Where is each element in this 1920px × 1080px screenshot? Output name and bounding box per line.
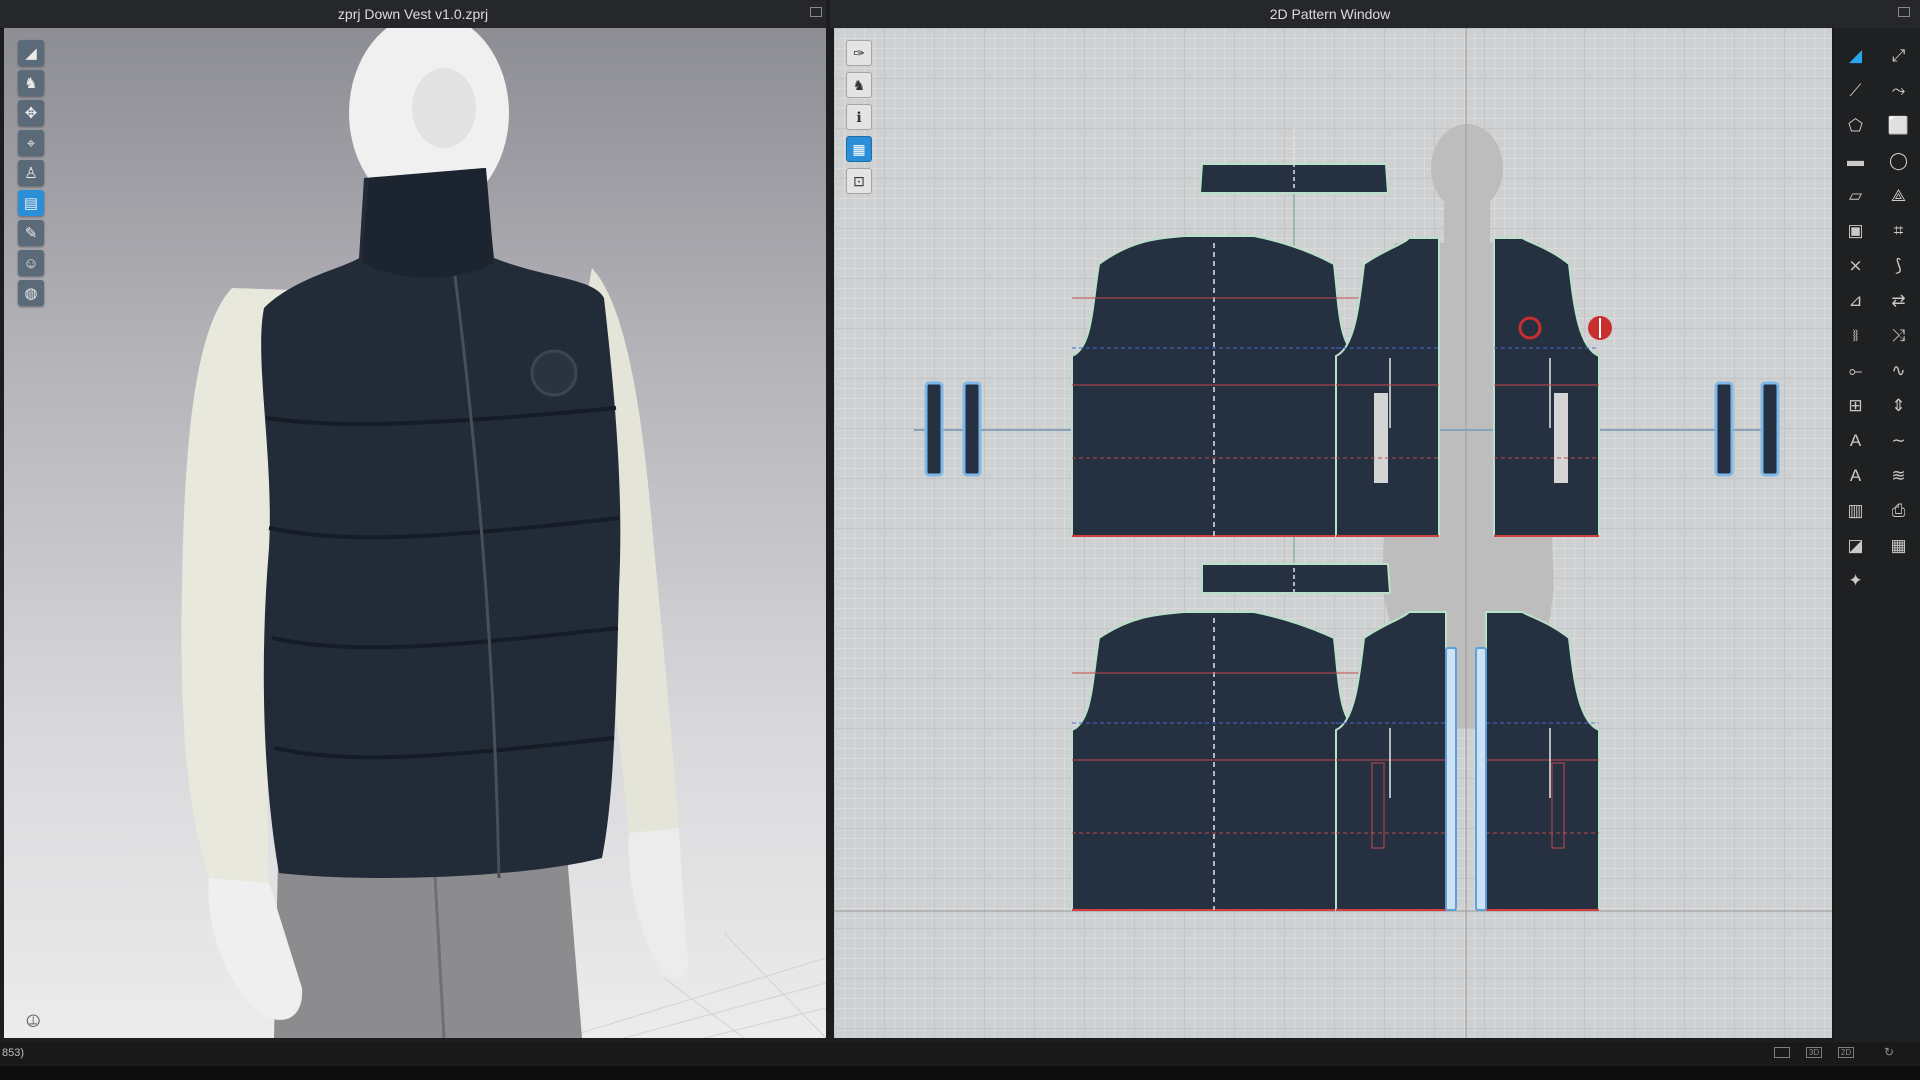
- viewport-3d-toolbar: ◢ ♞ ✥ ⌖ ♙ ▤ ✎ ☺ ◍: [18, 40, 44, 306]
- lock-icon[interactable]: ⊡: [846, 168, 872, 194]
- maximize-2d-icon[interactable]: [1898, 7, 1910, 17]
- measure-icon[interactable]: ⇕: [1877, 388, 1920, 423]
- refresh-icon[interactable]: ↻: [1884, 1045, 1894, 1059]
- globe-icon[interactable]: ◍: [18, 280, 44, 306]
- view-mode-3d-icon[interactable]: 3D: [1806, 1047, 1822, 1058]
- polygon-icon[interactable]: ⬠: [1834, 108, 1877, 143]
- vest-collar: [362, 168, 494, 278]
- right-hand: [628, 828, 689, 980]
- view-mode-single-icon[interactable]: [1774, 1047, 1790, 1058]
- edit-point-icon[interactable]: ⟋: [1834, 73, 1877, 108]
- rectangle-pattern-icon[interactable]: ⬜: [1877, 108, 1920, 143]
- viewport-3d[interactable]: ◢ ♞ ✥ ⌖ ♙ ▤ ✎ ☺ ◍ ⦹: [4, 28, 826, 1038]
- piping-icon[interactable]: ∿: [1877, 353, 1920, 388]
- front-right-pattern-upper: [1493, 237, 1600, 537]
- info-icon[interactable]: ℹ: [846, 104, 872, 130]
- select-mesh-icon[interactable]: ✥: [18, 100, 44, 126]
- free-sewing-icon[interactable]: ⟆: [1877, 248, 1920, 283]
- taskbar: [0, 1066, 1920, 1080]
- segment-sewing-icon[interactable]: ⨯: [1834, 248, 1877, 283]
- status-text: 853): [2, 1047, 25, 1059]
- edit-pattern-icon[interactable]: ◢: [1834, 38, 1877, 73]
- texture-icon[interactable]: ▦: [846, 136, 872, 162]
- shirt-icon[interactable]: ♞: [846, 72, 872, 98]
- transform-pattern-icon[interactable]: ✑: [846, 40, 872, 66]
- topstitch-icon[interactable]: ≋: [1877, 458, 1920, 493]
- rectangle-icon[interactable]: ▬: [1834, 143, 1877, 178]
- zipper-icon[interactable]: ⧚: [1834, 318, 1877, 353]
- dart-icon[interactable]: ⟁: [1877, 178, 1920, 213]
- layout-icon[interactable]: ▦: [1877, 528, 1920, 563]
- text-small-icon[interactable]: A: [1834, 458, 1877, 493]
- viewport-3d-title: zprj Down Vest v1.0.zprj: [337, 6, 489, 22]
- puckering-icon[interactable]: ⤨: [1877, 318, 1920, 353]
- front-left-pattern-upper: [1335, 237, 1440, 537]
- floor-grid: [563, 932, 826, 1038]
- avatar-icon[interactable]: ☺: [18, 250, 44, 276]
- print-icon[interactable]: ⎙: [1877, 493, 1920, 528]
- status-bar: 853) 3D 2D ↻: [0, 1042, 1920, 1064]
- garment-icon[interactable]: ♞: [18, 70, 44, 96]
- avatar-scene: [181, 28, 826, 1038]
- avatar-pin-icon[interactable]: ♙: [18, 160, 44, 186]
- transform-icon[interactable]: ⤢: [1877, 38, 1920, 73]
- back-pattern-upper: [1071, 235, 1360, 537]
- flip-icon[interactable]: ⇄: [1877, 283, 1920, 318]
- fabric-icon[interactable]: ◪: [1834, 528, 1877, 563]
- pattern-window-toolbar: ✑ ♞ ℹ ▦ ⊡: [846, 40, 872, 194]
- back-pattern-lower: [1071, 611, 1360, 911]
- fold-arrangement-icon[interactable]: ▤: [18, 190, 44, 216]
- maximize-3d-icon[interactable]: [810, 7, 822, 17]
- grid-pattern-icon[interactable]: ▥: [1834, 493, 1877, 528]
- fold-icon[interactable]: ⊿: [1834, 283, 1877, 318]
- simulation-icon[interactable]: ◢: [18, 40, 44, 66]
- pattern-window-title: 2D Pattern Window: [1269, 6, 1391, 22]
- pattern-window-canvas[interactable]: ✑ ♞ ℹ ▦ ⊡: [834, 28, 1832, 1038]
- pattern-layout: [834, 28, 1832, 1038]
- viewport-3d-titlebar: zprj Down Vest v1.0.zprj: [0, 0, 826, 29]
- vest-badge: [530, 349, 578, 397]
- front-right-pattern-lower: [1485, 611, 1600, 911]
- tack-icon[interactable]: ⌖: [18, 130, 44, 156]
- hole-icon[interactable]: ▣: [1834, 213, 1877, 248]
- annotation-icon[interactable]: ∼: [1877, 423, 1920, 458]
- pin-tool-icon[interactable]: ✦: [1834, 563, 1877, 598]
- internal-polygon-icon[interactable]: ▱: [1834, 178, 1877, 213]
- ruler-icon[interactable]: ⊞: [1834, 388, 1877, 423]
- pattern-tools-column: ◢ ⤢ ⟋ ⤳ ⬠ ⬜ ▬ ◯ ▱ ⟁ ▣ ⌗ ⨯ ⟆ ⊿ ⇄ ⧚ ⤨ ⟜ ∿ ⊞ ⇕ A ∼ A ≋ ▥ ⎙ ◪ ▦ ✦: [1834, 28, 1920, 1048]
- trace-icon[interactable]: ⌗: [1877, 213, 1920, 248]
- text-icon[interactable]: A: [1834, 423, 1877, 458]
- axis-gizmo-icon: ⦹: [26, 1011, 41, 1031]
- curve-point-icon[interactable]: ⤳: [1877, 73, 1920, 108]
- circle-icon[interactable]: ◯: [1877, 143, 1920, 178]
- collar-pattern-bottom: [1201, 563, 1392, 594]
- front-left-pattern-lower: [1335, 611, 1447, 911]
- brush-icon[interactable]: ✎: [18, 220, 44, 246]
- elastic-icon[interactable]: ⟜: [1834, 353, 1877, 388]
- pattern-window-titlebar: 2D Pattern Window: [830, 0, 1920, 29]
- window-splitter[interactable]: [826, 28, 834, 1038]
- view-mode-2d-icon[interactable]: 2D: [1838, 1047, 1854, 1058]
